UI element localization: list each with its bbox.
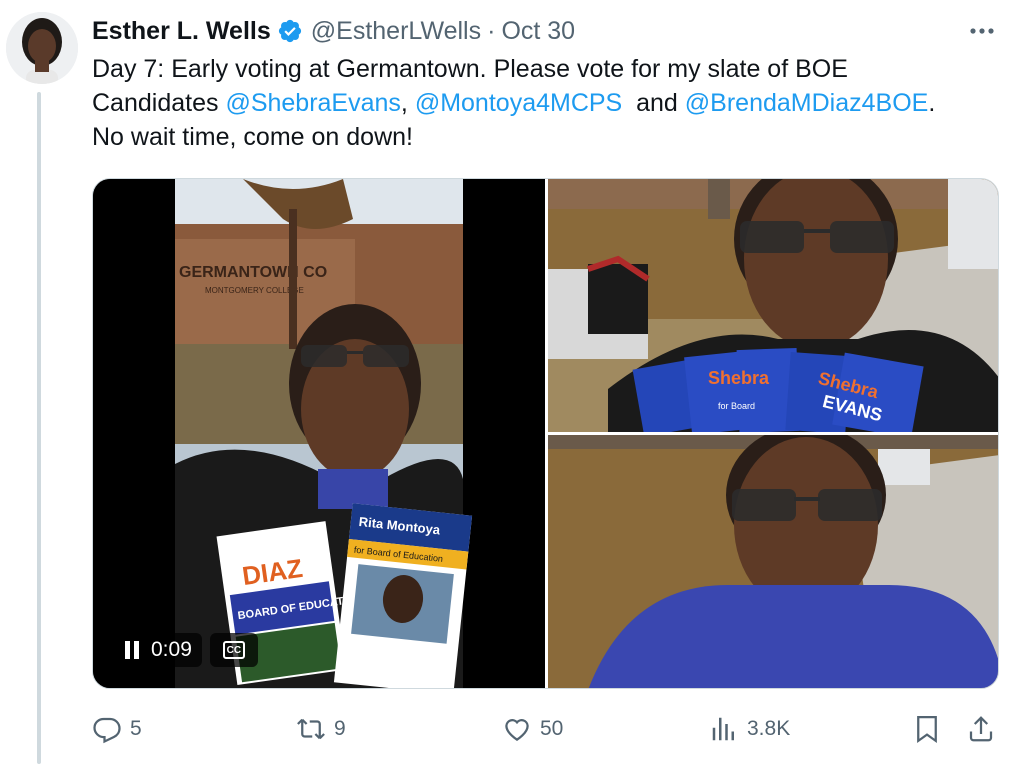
tweet-header: Esther L. Wells @EstherLWells · Oct 30 bbox=[92, 14, 575, 48]
like-button[interactable]: 50 bbox=[502, 708, 563, 750]
tweet-date[interactable]: Oct 30 bbox=[501, 17, 575, 46]
bookmark-button[interactable] bbox=[912, 708, 942, 750]
repost-button[interactable]: 9 bbox=[296, 708, 346, 750]
comma: , bbox=[400, 89, 408, 117]
reply-button[interactable]: 5 bbox=[92, 708, 142, 750]
video-time: 0:09 bbox=[151, 638, 192, 661]
photo-bottom-right[interactable] bbox=[548, 435, 998, 688]
more-icon[interactable] bbox=[962, 14, 1002, 48]
author-name[interactable]: Esther L. Wells bbox=[92, 17, 271, 46]
tweet-line-3: No wait time, come on down! bbox=[92, 123, 413, 151]
share-icon bbox=[969, 716, 993, 742]
share-button[interactable] bbox=[966, 708, 996, 750]
author-handle[interactable]: @EstherLWells bbox=[311, 17, 481, 46]
avatar-image bbox=[6, 12, 78, 84]
tweet-text: Day 7: Early voting at Germantown. Pleas… bbox=[92, 52, 1012, 154]
photo-top-right[interactable]: Shebra Shebra EVANS for Board bbox=[548, 179, 998, 432]
and-text: and bbox=[622, 89, 685, 117]
mention-shebra[interactable]: @ShebraEvans bbox=[225, 89, 400, 117]
avatar[interactable] bbox=[6, 12, 78, 84]
views-button[interactable]: 3.8K bbox=[709, 708, 790, 750]
like-count: 50 bbox=[540, 717, 564, 740]
reply-icon bbox=[93, 717, 121, 744]
period: . bbox=[928, 89, 936, 117]
flyer-shebra-1: Shebra bbox=[708, 368, 770, 388]
mention-montoya[interactable]: @Montoya4MCPS bbox=[415, 89, 622, 117]
play-pause-button[interactable]: 0:09 bbox=[115, 633, 202, 667]
separator-dot: · bbox=[487, 16, 496, 45]
tweet-actions: 5 9 50 3.8K bbox=[92, 708, 1002, 750]
flyer-for-board: for Board bbox=[718, 401, 755, 411]
video-player[interactable]: GERMANTOWN CO MONTGOMERY COLLEGE DIAZ BO… bbox=[93, 179, 545, 688]
captions-button[interactable]: CC bbox=[209, 633, 258, 667]
like-icon bbox=[505, 719, 529, 741]
thread-line bbox=[37, 92, 41, 764]
pause-icon bbox=[125, 641, 141, 659]
tweet-line-1: Day 7: Early voting at Germantown. Pleas… bbox=[92, 55, 848, 83]
photo-bottom-image bbox=[548, 435, 998, 688]
video-frame: GERMANTOWN CO MONTGOMERY COLLEGE DIAZ BO… bbox=[93, 179, 545, 688]
cc-icon: CC bbox=[222, 641, 245, 659]
bookmark-icon bbox=[917, 716, 937, 744]
video-controls: 0:09 CC bbox=[115, 633, 258, 667]
photo-top-image: Shebra Shebra EVANS for Board bbox=[548, 179, 998, 432]
reply-count: 5 bbox=[130, 717, 142, 740]
tweet-line-2-prefix: Candidates bbox=[92, 89, 226, 117]
repost-count: 9 bbox=[334, 717, 346, 740]
views-count: 3.8K bbox=[747, 717, 791, 740]
sign-text: GERMANTOWN CO bbox=[179, 264, 327, 281]
verified-badge-icon bbox=[277, 18, 303, 44]
views-icon bbox=[712, 717, 734, 741]
repost-icon bbox=[297, 718, 325, 740]
mention-brenda[interactable]: @BrendaMDiaz4BOE bbox=[685, 89, 929, 117]
media-grid: GERMANTOWN CO MONTGOMERY COLLEGE DIAZ BO… bbox=[92, 178, 999, 689]
